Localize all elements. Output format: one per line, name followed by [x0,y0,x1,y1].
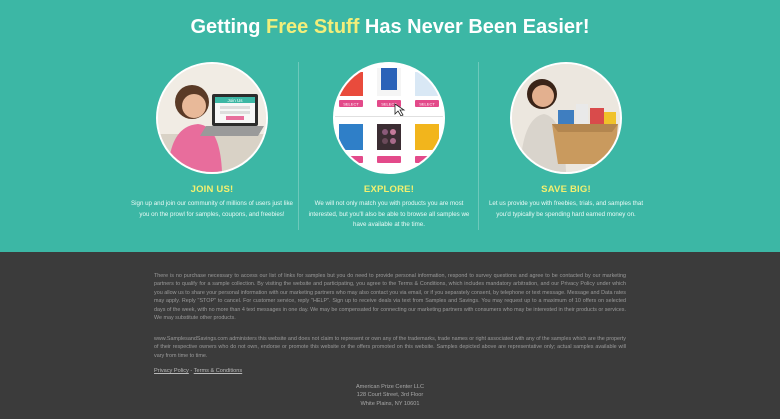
company-address: American Prize Center LLC 128 Court Stre… [0,383,780,408]
explore-title: EXPLORE! [363,184,415,195]
trademark-disclaimer: www.SamplesandSavings.com administers th… [154,336,626,359]
explore-text: We will not only match you with products… [308,200,470,228]
privacy-policy-link[interactable]: Privacy Policy [154,368,189,374]
hero-section: Getting Free Stuff Has Never Been Easier… [0,0,780,252]
terms-conditions-link[interactable]: Terms & Conditions [194,368,243,374]
headline-part: Getting [190,16,267,38]
product-grid-select-image: SELECT SELECT SELECT [333,62,445,174]
select-label: SELECT [343,102,359,107]
join-us-title: JOIN US! [190,184,234,195]
column-divider [478,62,479,230]
join-us-screen-text: Join Us [227,98,243,103]
save-big-title: SAVE BIG! [541,184,591,195]
legal-disclaimer: There is no purchase necessary to access… [154,273,626,322]
headline-part: Has Never Been Easier! [359,16,590,38]
select-label: SELECT [419,102,435,107]
footer-links: Privacy Policy - Terms & Conditions [154,368,242,374]
explore-column: SELECT SELECT SELECT EXPLORE! We will no… [304,62,474,231]
woman-box-of-products-image [510,62,622,174]
woman-laptop-join-us-image: Join Us [156,62,268,174]
company-name: American Prize Center LLC [355,384,425,390]
column-divider [298,62,299,230]
save-big-text: Let us provide you with freebies, trials… [488,200,644,218]
save-big-column: SAVE BIG! Let us provide you with freebi… [481,62,651,220]
join-us-column: Join Us JOIN US! Sign up and join our co… [127,62,297,220]
city-state-zip: White Plains, NY 10601 [360,400,420,407]
street-address: 128 Court Street, 3rd Floor [356,392,424,399]
headline-accent: Free Stuff [266,16,360,38]
join-us-text: Sign up and join our community of millio… [131,200,293,218]
hero-headline: Getting Free Stuff Has Never Been Easier… [0,16,780,39]
